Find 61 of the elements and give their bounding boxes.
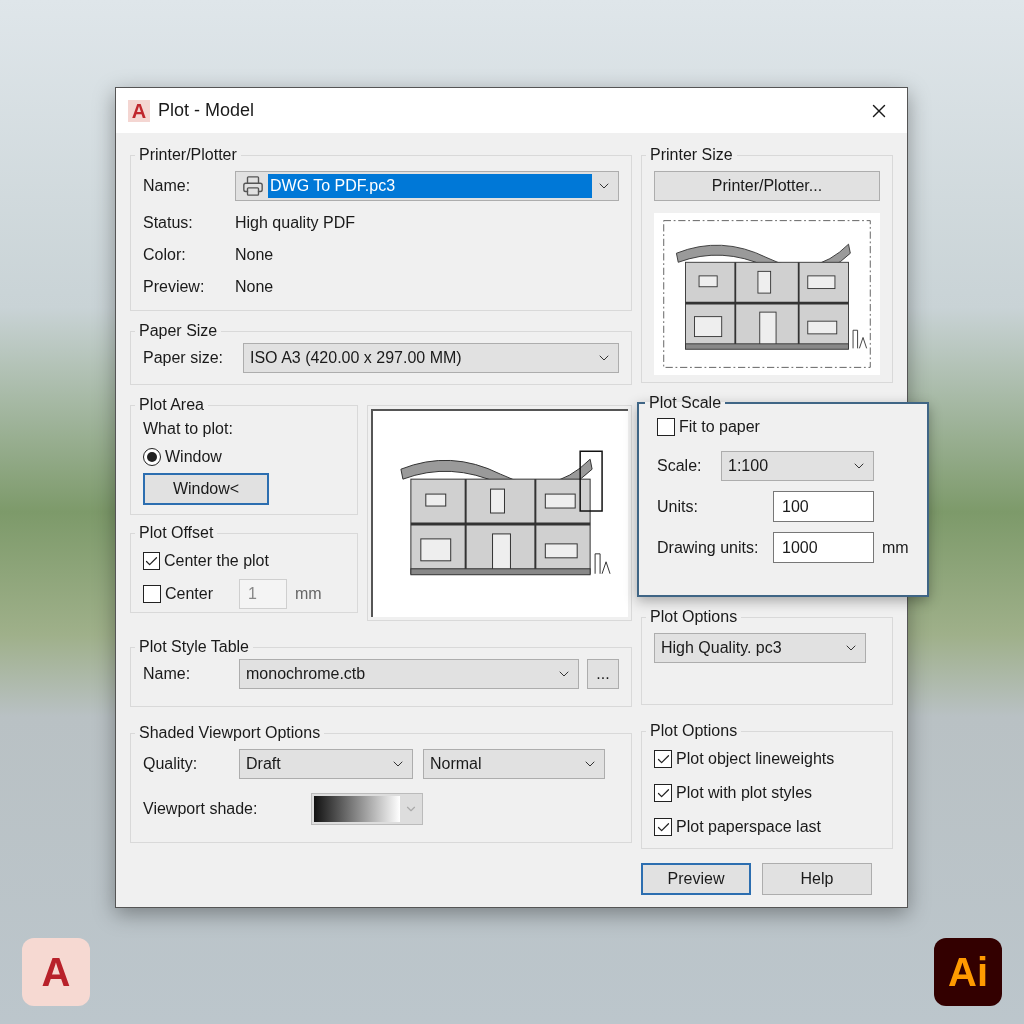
unit-label: mm	[882, 537, 909, 558]
field-value: High quality PDF	[235, 213, 356, 233]
checkbox-label: Plot paperspace last	[676, 817, 821, 837]
drawing-units-input[interactable]: 1000	[773, 532, 874, 563]
field-label: Viewport shade:	[143, 799, 259, 819]
group-title: Plot Area	[138, 395, 205, 415]
plot-options-dropdown[interactable]: High Quality. pc3	[654, 633, 866, 663]
checkbox[interactable]	[654, 784, 672, 802]
field-label: Paper size:	[143, 348, 225, 368]
group-title: Plot Style Table	[138, 637, 250, 657]
browse-button[interactable]: ...	[587, 659, 619, 689]
field-label: Scale:	[657, 456, 703, 476]
checkbox[interactable]	[143, 552, 160, 570]
dialog-button[interactable]: Preview	[641, 863, 751, 895]
field-label: Name:	[143, 664, 192, 684]
checkbox-label: Fit to paper	[679, 417, 760, 437]
checkbox-label: Center	[165, 584, 214, 604]
radio-button[interactable]	[143, 448, 161, 466]
field-label: Drawing units:	[657, 537, 760, 558]
group-title: Plot Scale	[648, 393, 723, 413]
field-label: Preview:	[143, 277, 206, 297]
checkbox[interactable]	[654, 750, 672, 768]
dropdown-value: DWG To PDF.pc3	[268, 174, 592, 198]
paper-size-dropdown[interactable]: ISO A3 (420.00 x 297.00 MM)	[243, 343, 619, 373]
field-label: Color:	[143, 245, 187, 265]
group-title: Plot Options	[649, 721, 739, 741]
group-title: Plot Options	[649, 607, 739, 627]
checkbox-label: Plot object lineweights	[676, 749, 835, 769]
field-label: Units:	[657, 496, 699, 517]
field-value: None	[235, 245, 274, 265]
quality-level-dropdown[interactable]: Normal	[423, 749, 605, 779]
plot-style-dropdown[interactable]: monochrome.ctb	[239, 659, 579, 689]
window-button[interactable]: Window<	[143, 473, 269, 505]
checkbox[interactable]	[657, 418, 675, 436]
checkbox[interactable]	[654, 818, 672, 836]
group-title: Plot Offset	[138, 523, 215, 543]
group-title: Paper Size	[138, 321, 219, 341]
shade-dropdown[interactable]	[311, 793, 423, 825]
field-value: None	[235, 277, 274, 297]
printer-dropdown[interactable]: DWG To PDF.pc3	[235, 171, 619, 201]
unit-label: mm	[295, 584, 322, 604]
window-title: Plot - Model	[158, 99, 255, 122]
field-label: Status:	[143, 213, 194, 233]
field-label: Quality:	[143, 754, 199, 774]
scale-dropdown[interactable]: 1:100	[721, 451, 874, 481]
group-title: Printer Size	[649, 145, 734, 165]
group-title: Printer/Plotter	[138, 145, 238, 165]
dialog-button[interactable]: Help	[762, 863, 872, 895]
radio-label: Window	[165, 447, 222, 467]
printer-icon	[242, 175, 264, 197]
app-icon[interactable]: A	[22, 938, 90, 1006]
checkbox-label: Center the plot	[164, 551, 269, 571]
group-title: Shaded Viewport Options	[138, 723, 322, 743]
field-label: Name:	[143, 176, 192, 196]
field-label: What to plot:	[143, 419, 233, 439]
quality-dropdown[interactable]: Draft	[239, 749, 413, 779]
app-icon[interactable]: Ai	[934, 938, 1002, 1006]
units-input[interactable]: 100	[773, 491, 874, 522]
app-logo: A	[128, 99, 150, 122]
printer-plotter-button[interactable]: Printer/Plotter...	[654, 171, 880, 201]
checkbox-label: Plot with plot styles	[676, 783, 813, 803]
